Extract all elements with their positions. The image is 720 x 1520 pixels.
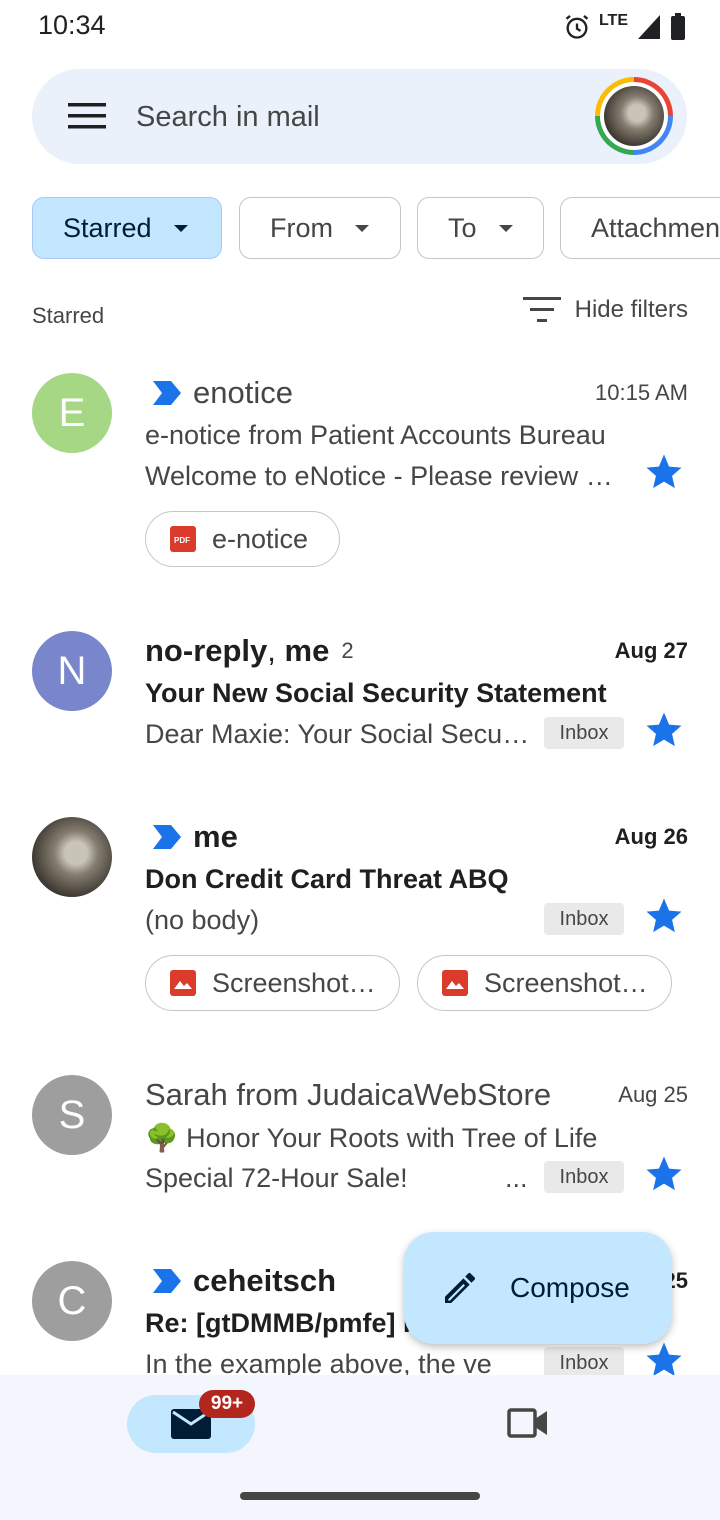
mail-date: Aug 27 — [614, 638, 688, 663]
sender-avatar: N — [32, 631, 112, 711]
home-indicator[interactable] — [240, 1492, 480, 1500]
mail-snippet: (no body) — [145, 905, 260, 935]
important-marker-icon — [153, 825, 181, 849]
battery-icon — [671, 13, 685, 40]
search-bar[interactable]: Search in mail — [32, 69, 687, 164]
unread-count-badge: 99+ — [199, 1390, 255, 1418]
mail-subject: 🌳 Honor Your Roots with Tree of Life — [145, 1123, 598, 1153]
mail-item[interactable]: N no-reply, me 2 Aug 27 Your New Social … — [0, 598, 720, 778]
video-camera-icon — [507, 1408, 547, 1438]
bottom-nav: 99+ — [0, 1375, 720, 1520]
star-icon[interactable] — [643, 895, 685, 937]
mail-snippet: Special 72-Hour Sale! — [145, 1163, 408, 1193]
sender-name: no-reply, me — [145, 633, 330, 668]
attachment-chip[interactable]: PDF e-notice — [145, 511, 340, 567]
important-marker-icon — [153, 1269, 181, 1293]
alarm-icon — [565, 15, 589, 39]
inbox-label: Inbox — [544, 903, 624, 935]
sender-avatar: S — [32, 1075, 112, 1155]
status-time: 10:34 — [38, 10, 106, 40]
inbox-label: Inbox — [544, 1161, 624, 1193]
nav-meet-tab[interactable] — [507, 1407, 549, 1444]
star-icon[interactable] — [643, 451, 685, 493]
mail-snippet: Dear Maxie: Your Social Security Stateme… — [145, 719, 530, 749]
sender-name: Sarah from JudaicaWebStore — [145, 1077, 552, 1112]
star-icon[interactable] — [643, 1153, 685, 1195]
attachment-chip[interactable]: Screenshot_20230826.png — [145, 955, 400, 1011]
hide-filters-button[interactable]: Hide filters — [522, 296, 688, 324]
chevron-down-icon — [173, 224, 188, 232]
sender-name: enotice — [193, 375, 293, 410]
status-icons: LTE — [563, 10, 686, 44]
compose-button[interactable]: Compose — [404, 1232, 672, 1344]
menu-icon[interactable] — [68, 103, 106, 129]
svg-text:PDF: PDF — [174, 536, 190, 544]
account-avatar[interactable] — [595, 77, 673, 155]
mail-subject: e-notice from Patient Accounts Bureau — [145, 420, 606, 450]
sender-line: enotice 10:15 AM — [145, 373, 688, 413]
thread-count: 2 — [341, 638, 354, 663]
chevron-down-icon — [355, 224, 369, 232]
sender-name: ceheitsch — [193, 1263, 337, 1298]
section-label: Starred — [32, 303, 105, 328]
chip-to[interactable]: To — [417, 197, 544, 259]
chip-starred[interactable]: Starred — [32, 197, 222, 259]
sender-avatar: C — [32, 1261, 112, 1341]
network-type: LTE — [598, 12, 628, 29]
star-icon[interactable] — [643, 709, 685, 751]
inbox-label: Inbox — [544, 1347, 624, 1375]
chevron-down-icon — [498, 224, 513, 232]
important-marker-icon — [153, 381, 181, 405]
snippet-ellipsis: ... — [505, 1163, 528, 1193]
mail-date: Aug 26 — [614, 824, 688, 849]
sender-line: no-reply, me 2 Aug 27 — [145, 631, 688, 671]
mail-subject: Don Credit Card Threat ABQ — [145, 864, 509, 894]
sender-line: Sarah from JudaicaWebStore Aug 25 — [145, 1075, 688, 1115]
mail-subject: Your New Social Security Statement — [145, 678, 607, 708]
chip-from[interactable]: From — [239, 197, 401, 259]
mail-date: Aug 25 — [618, 1082, 688, 1107]
mail-item[interactable]: E enotice 10:15 AM e-notice from Patient… — [0, 340, 720, 590]
pencil-icon — [445, 1272, 475, 1303]
image-icon — [170, 970, 196, 996]
inbox-label: Inbox — [544, 717, 624, 749]
sender-line: me Aug 26 — [145, 817, 688, 857]
compose-label: Compose — [510, 1272, 630, 1303]
chip-attachment[interactable]: Attachment — [560, 197, 720, 259]
image-icon — [442, 970, 468, 996]
signal-icon — [638, 15, 660, 39]
mail-list: E enotice 10:15 AM e-notice from Patient… — [0, 340, 720, 1375]
mail-date: 10:15 AM — [595, 380, 688, 405]
attachment-chip[interactable]: Screenshot_20230826.png — [417, 955, 672, 1011]
profile-photo — [604, 86, 664, 146]
search-input[interactable]: Search in mail — [136, 101, 320, 134]
status-bar: 10:34 LTE — [0, 0, 720, 54]
sender-avatar-photo — [32, 817, 112, 897]
sender-avatar: E — [32, 373, 112, 453]
mail-snippet: Welcome to eNotice - Please review your … — [145, 461, 620, 491]
mail-snippet: In the example above, the ve — [145, 1349, 492, 1375]
mail-item[interactable]: me Aug 26 Don Credit Card Threat ABQ (no… — [0, 784, 720, 1034]
mail-item[interactable]: S Sarah from JudaicaWebStore Aug 25 🌳 Ho… — [0, 1042, 720, 1222]
filter-icon — [522, 297, 561, 322]
pdf-icon: PDF — [170, 526, 196, 552]
sender-name: me — [193, 819, 238, 854]
star-icon[interactable] — [643, 1339, 685, 1375]
